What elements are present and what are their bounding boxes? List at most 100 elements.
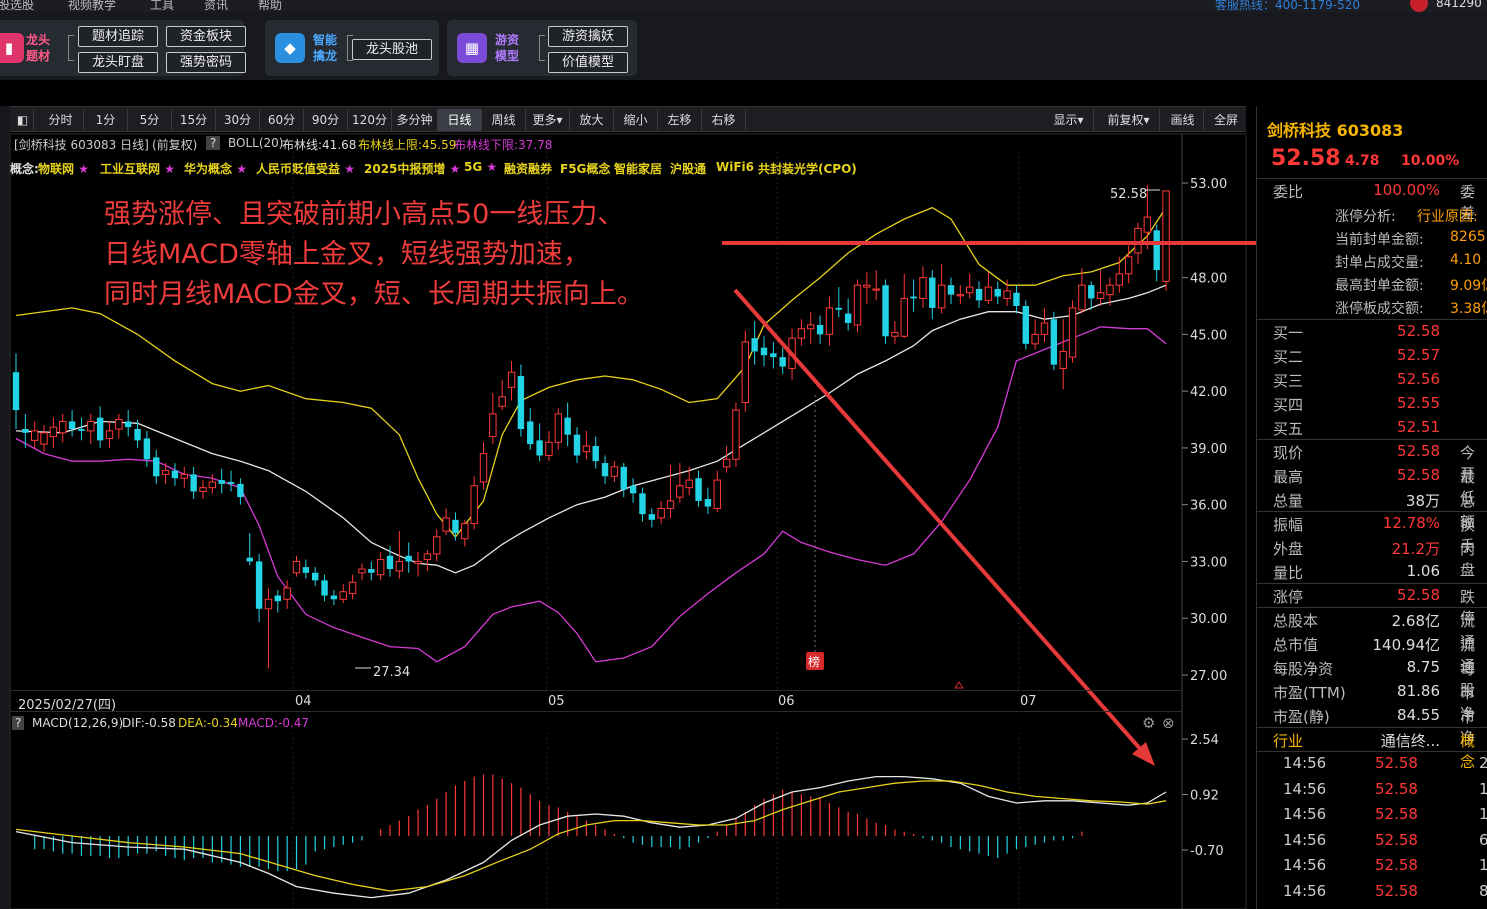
- trade-volume: 1: [1479, 805, 1487, 823]
- trade-tick-row: 14:56 52.58 6: [1257, 828, 1487, 853]
- candle-body: [386, 555, 394, 570]
- quote-panel: 剑桥科技 603083 52.58 4.78 10.00% 委比 100.00% 委…: [1256, 106, 1487, 909]
- candle-body: [629, 485, 637, 494]
- candle-body: [956, 294, 965, 297]
- candle-body: [919, 277, 927, 299]
- candle-body: [78, 429, 85, 431]
- macd-value: MACD:-0.47: [238, 716, 310, 730]
- trade-price: 52.58: [1375, 856, 1418, 874]
- candle-body: [966, 286, 974, 294]
- candle-body: [797, 328, 806, 339]
- candle-body: [312, 572, 319, 581]
- trade-volume: 6: [1479, 831, 1487, 849]
- candle-body: [22, 429, 29, 433]
- candle-body: [863, 284, 871, 288]
- candle-body: [274, 595, 281, 602]
- candle-body: [68, 421, 76, 429]
- candle-body: [835, 307, 842, 310]
- candle-body: [825, 307, 834, 335]
- annotation-line: 日线MACD零轴上金叉，短线强势加速，: [104, 239, 590, 270]
- candle-body: [171, 470, 179, 479]
- boll-lower-line: [15, 326, 1167, 663]
- candle-body: [255, 561, 263, 609]
- row-value: 84.55: [1397, 706, 1440, 724]
- trade-tick-row: 14:56 52.58 10: [1257, 853, 1487, 878]
- candle-body: [59, 420, 67, 434]
- annotation-text: 强势涨停、且突破前期小高点50一线压力、 日线MACD零轴上金叉，短线强势加速，…: [104, 195, 644, 315]
- quote-stat-row: 每股净资 8.75 每股: [1257, 655, 1487, 699]
- close-panel-icon[interactable]: ⊗: [1162, 714, 1175, 732]
- macd-help-icon[interactable]: ?: [12, 716, 25, 730]
- order-book-row: 买四 52.55: [1257, 391, 1487, 415]
- limit-label: 当前封单金额:: [1335, 232, 1424, 248]
- candle-body: [648, 514, 655, 520]
- trade-tick-row: 14:56 52.58 1: [1257, 802, 1487, 827]
- candle-body: [470, 485, 478, 525]
- y-tick-label: 27.00: [1190, 669, 1227, 684]
- candle-body: [218, 480, 225, 484]
- row-label: 买一: [1273, 324, 1304, 342]
- boll-mid-line: [15, 284, 1167, 574]
- candle-body: [1040, 322, 1049, 335]
- macd-info-bar: ? MACD(12,26,9) DIF:-0.58 DEA:-0.34 MACD…: [10, 714, 1182, 732]
- candle-body: [49, 426, 58, 438]
- row-value: 21.2万: [1391, 540, 1440, 558]
- row-label: 市盈(静): [1273, 708, 1330, 726]
- candle-body: [115, 419, 123, 430]
- trade-tick-row: 14:56 52.58 8: [1257, 879, 1487, 904]
- candle-body: [339, 591, 347, 600]
- candle-body: [891, 331, 899, 337]
- order-book-row: 买三 52.56: [1257, 367, 1487, 391]
- order-book-row: 买五 52.51: [1257, 415, 1487, 439]
- candle-body: [1003, 290, 1011, 299]
- settings-gear-icon[interactable]: ⚙: [1142, 714, 1155, 732]
- candle-body: [713, 479, 721, 509]
- candle-body: [1115, 273, 1123, 286]
- candle-body: [376, 559, 385, 576]
- order-book-row: 买二 52.57: [1257, 343, 1487, 367]
- candle-body: [498, 396, 506, 407]
- candle-body: [423, 553, 432, 561]
- limit-value: 3.38亿: [1450, 301, 1487, 317]
- candle-body: [161, 470, 170, 475]
- candle-body: [975, 288, 983, 301]
- row-label: 总市值: [1273, 636, 1319, 654]
- industry-value[interactable]: 通信终...: [1381, 730, 1440, 751]
- limit-value: 行业原因:: [1417, 209, 1478, 225]
- quote-stock-name: 剑桥科技 603083: [1267, 121, 1404, 140]
- low-price-label: 27.34: [373, 665, 410, 680]
- candle-body: [882, 285, 889, 337]
- candle-body: [134, 429, 141, 441]
- candle-body: [1078, 284, 1086, 311]
- quote-stat-row: 总股本 2.68亿 流通: [1257, 607, 1487, 651]
- month-label: 06: [778, 694, 795, 709]
- limit-value: 4.10: [1450, 252, 1482, 268]
- candle-body: [208, 481, 217, 489]
- row-value: 52.58: [1397, 466, 1440, 484]
- industry-row[interactable]: 行业 通信终... 概念: [1257, 727, 1487, 771]
- trade-price: 52.58: [1375, 881, 1418, 900]
- candle-body: [87, 420, 95, 432]
- candle-body: [433, 536, 441, 555]
- macd-tick-label: -0.70: [1190, 844, 1224, 859]
- candle-body: [1068, 307, 1077, 358]
- candle-body: [984, 286, 993, 301]
- trade-time: 14:56: [1283, 856, 1327, 874]
- limit-value: 9.09亿: [1450, 278, 1487, 294]
- candle-body: [1022, 306, 1029, 344]
- candle-body: [12, 372, 20, 411]
- candle-body: [770, 353, 777, 358]
- candle-body: [937, 284, 946, 309]
- candle-body: [292, 560, 301, 574]
- annotation-line: 强势涨停、且突破前期小高点50一线压力、: [104, 199, 625, 230]
- candle-body: [564, 417, 571, 435]
- candle-body: [368, 569, 375, 573]
- candle-body: [1050, 319, 1058, 365]
- first-date: 2025/02/27(四): [18, 698, 117, 713]
- limit-value: 8265.: [1450, 229, 1487, 245]
- candle-body: [405, 555, 412, 562]
- trade-volume: 8: [1479, 882, 1487, 900]
- candle-body: [180, 473, 189, 479]
- candle-body: [264, 598, 273, 610]
- candle-body: [722, 458, 731, 468]
